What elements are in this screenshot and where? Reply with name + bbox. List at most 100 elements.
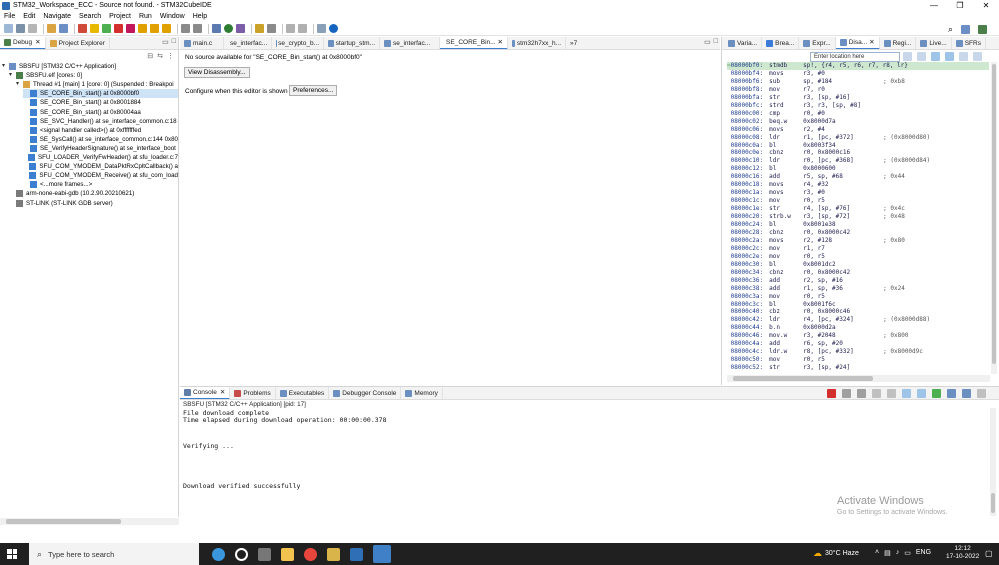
tab-registers[interactable]: Regi... bbox=[880, 37, 917, 49]
tab-debug[interactable]: Debug ✕ bbox=[0, 37, 46, 49]
tab-variables[interactable]: Varia... bbox=[724, 37, 763, 49]
view-disassembly-button[interactable]: View Disassembly... bbox=[184, 67, 250, 78]
console-minimize-icon[interactable] bbox=[977, 389, 986, 398]
source-toggle-icon[interactable] bbox=[945, 52, 954, 61]
run-icon[interactable] bbox=[224, 24, 233, 33]
weather-text[interactable]: 30°C Haze bbox=[825, 550, 859, 557]
perspective-icon[interactable] bbox=[317, 24, 326, 33]
disasm-menu-icon[interactable] bbox=[973, 52, 982, 61]
disassembly-line[interactable]: 08000c20: strb.w r3, [sp, #72] ; 0x48 bbox=[727, 213, 989, 221]
menu-file[interactable]: File bbox=[4, 13, 15, 20]
go-location-icon[interactable] bbox=[903, 52, 912, 61]
stack-frame-item[interactable]: SFU_LOADER_VerifyFwHeader() at sfu_loade… bbox=[23, 153, 178, 162]
disassembly-line[interactable]: 08000c44: b.n 0x8000d2a bbox=[727, 324, 989, 332]
volume-icon[interactable]: ♪ bbox=[896, 549, 900, 557]
disassembly-line[interactable]: 08000c00: cmp r0, #0 bbox=[727, 110, 989, 118]
disassembly-line[interactable]: 08000bf8: mov r7, r0 bbox=[727, 86, 989, 94]
tab-executables[interactable]: Executables bbox=[276, 387, 330, 399]
tray-arrow-icon[interactable]: ˄ bbox=[875, 549, 879, 557]
disassembly-line[interactable]: 08000c10: ldr r0, [pc, #368] ; (0x8000d84) bbox=[727, 157, 989, 165]
maximize-button[interactable]: ❐ bbox=[947, 0, 973, 11]
tab-se-core-bin[interactable]: SE_CORE_Bin... ✕ bbox=[440, 37, 508, 49]
pin-console-icon[interactable] bbox=[932, 389, 941, 398]
minimize-view-icon[interactable]: ▭ bbox=[162, 38, 169, 46]
note-icon[interactable] bbox=[327, 547, 340, 561]
search-icon[interactable]: ⌕ bbox=[948, 24, 953, 35]
clock[interactable]: 12:12 17-10-2022 bbox=[946, 545, 979, 561]
stack-frame-item[interactable]: SFU_COM_YMODEM_Receive() at sfu_com_load bbox=[23, 171, 178, 180]
disassembly-line[interactable]: 08000c36: add r2, sp, #16 bbox=[727, 277, 989, 285]
menu-navigate[interactable]: Navigate bbox=[43, 13, 71, 20]
disassembly-line[interactable]: 08000bfc: strd r3, r3, [sp, #8] bbox=[727, 102, 989, 110]
refresh-icon[interactable] bbox=[959, 52, 968, 61]
tab-se-interface-2[interactable]: se_interfac... bbox=[380, 37, 440, 49]
location-input[interactable]: Enter location here bbox=[810, 52, 900, 62]
disassembly-line[interactable]: 08000c42: ldr r4, [pc, #324] ; (0x8000d88) bbox=[727, 316, 989, 324]
disconnect-icon[interactable] bbox=[126, 24, 135, 33]
disassembly-line[interactable]: 08000c12: bl 0x8000600 bbox=[727, 165, 989, 173]
pen-icon[interactable] bbox=[255, 24, 264, 33]
stack-frame-item[interactable]: SE_SVC_Handler() at se_interface_common.… bbox=[23, 117, 178, 126]
prg-icon[interactable] bbox=[350, 547, 363, 561]
disassembly-line[interactable]: 08000c46: mov.w r3, #2048 ; 0x800 bbox=[727, 332, 989, 340]
disassembly-line[interactable]: 08000c4a: add r6, sp, #20 bbox=[727, 340, 989, 348]
battery-icon[interactable]: ▭ bbox=[904, 549, 911, 557]
disassembly-line[interactable]: 08000c08: ldr r1, [pc, #372] ; (0x8000d80) bbox=[727, 134, 989, 142]
tab-startup[interactable]: startup_stm... bbox=[324, 37, 380, 49]
stack-frame-item[interactable]: SE_CORE_Bin_start() at 0x8000bf0 bbox=[23, 89, 178, 99]
network-icon[interactable]: ▤ bbox=[884, 549, 891, 557]
ide-icon[interactable] bbox=[373, 545, 391, 563]
step-return-icon[interactable] bbox=[162, 24, 171, 33]
preferences-button[interactable]: Preferences... bbox=[289, 85, 338, 96]
tab-se-crypto[interactable]: se_crypto_b... bbox=[272, 37, 324, 49]
stack-frame-item[interactable]: SE_SysCall() at se_interface_common.c:14… bbox=[23, 135, 178, 144]
new-icon[interactable] bbox=[4, 24, 13, 33]
menu-help[interactable]: Help bbox=[193, 13, 207, 20]
tab-expressions[interactable]: Expr... bbox=[799, 37, 836, 49]
forward-icon[interactable] bbox=[298, 24, 307, 33]
tab-live-expressions[interactable]: Live... bbox=[916, 37, 952, 49]
expand-twisty-icon[interactable]: ▾ bbox=[2, 62, 8, 71]
menu-run[interactable]: Run bbox=[139, 13, 152, 20]
disassembly-line[interactable]: 08000c1a: movs r3, #0 bbox=[727, 189, 989, 197]
skip-breakpoints-icon[interactable] bbox=[78, 24, 87, 33]
menu-search[interactable]: Search bbox=[79, 13, 101, 20]
show-stderr-icon[interactable] bbox=[917, 389, 926, 398]
disassembly-line[interactable]: 08000c06: movs r2, #4 bbox=[727, 126, 989, 134]
explorer-icon[interactable] bbox=[281, 547, 294, 561]
stack-frame-item[interactable]: <signal handler called>() at 0xfffffffed bbox=[23, 126, 178, 135]
save-icon[interactable] bbox=[16, 24, 25, 33]
tab-project-explorer[interactable]: Project Explorer bbox=[46, 37, 110, 49]
disassembly-line[interactable]: 08000c52: str r3, [sp, #24] bbox=[727, 364, 989, 372]
tab-problems[interactable]: Problems bbox=[230, 387, 276, 399]
tab-breakpoints[interactable]: Brea... bbox=[762, 37, 800, 49]
disassembly-line[interactable]: 08000c0e: cbnz r0, 0x8000c16 bbox=[727, 149, 989, 157]
files-icon[interactable] bbox=[212, 547, 225, 561]
scroll-lock-icon[interactable] bbox=[887, 389, 896, 398]
search-tool-icon[interactable] bbox=[267, 24, 276, 33]
maximize-view-icon[interactable]: □ bbox=[172, 38, 176, 46]
tree-item[interactable]: ▾ SBSFU.elf [cores: 0] bbox=[9, 71, 178, 80]
disassembly-line[interactable]: 08000c4c: ldr.w r8, [pc, #332] ; 0x8000d9c bbox=[727, 348, 989, 356]
tab-sfrs[interactable]: SFRs bbox=[952, 37, 986, 49]
stack-frame-item[interactable]: <...more frames...> bbox=[23, 180, 178, 189]
disassembly-line[interactable]: 08000bf6: sub sp, #184 ; 0xb8 bbox=[727, 78, 989, 86]
link-icon[interactable]: ⇆ bbox=[157, 52, 163, 60]
terminate-console-icon[interactable] bbox=[827, 389, 836, 398]
tab-stm32h7xx[interactable]: stm32h7xx_h... bbox=[508, 37, 566, 49]
disassembly-line[interactable]: 08000c16: add r5, sp, #68 ; 0x44 bbox=[727, 173, 989, 181]
remove-all-icon[interactable] bbox=[857, 389, 866, 398]
back-icon[interactable] bbox=[286, 24, 295, 33]
open-console-icon[interactable] bbox=[962, 389, 971, 398]
tab-console[interactable]: Console ✕ bbox=[180, 387, 231, 399]
console-vscroll[interactable] bbox=[990, 408, 996, 516]
step-over-icon[interactable] bbox=[150, 24, 159, 33]
disassembly-line[interactable]: 08000c1e: str r4, [sp, #76] ; 0x4c bbox=[727, 205, 989, 213]
disassembly-line[interactable]: ⇨08000bf0: stmdb sp!, {r4, r5, r6, r7, r8,… bbox=[727, 62, 989, 70]
instruction-step-icon[interactable] bbox=[181, 24, 190, 33]
disassembly-line[interactable]: 08000c3c: bl 0x8001f6c bbox=[727, 301, 989, 309]
info-icon[interactable] bbox=[329, 24, 338, 33]
stack-frame-item[interactable]: SE_VerifyHeaderSignature() at se_interfa… bbox=[23, 144, 178, 153]
tree-item[interactable]: ▾ SBSFU [STM32 C/C++ Application] bbox=[2, 62, 178, 71]
disassembly-line[interactable]: 08000c34: cbnz r0, 0x8000c42 bbox=[727, 269, 989, 277]
